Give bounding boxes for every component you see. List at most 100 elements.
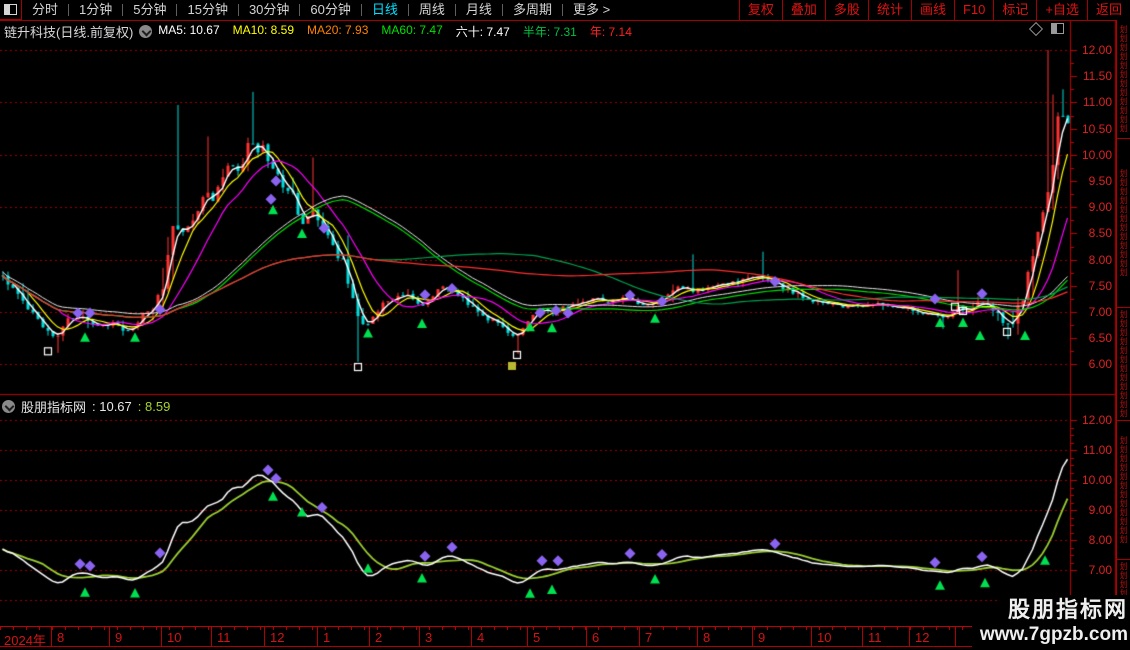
menu-item-1[interactable]: 1分钟 — [69, 0, 122, 20]
menu-item-4[interactable]: 30分钟 — [239, 0, 299, 20]
ma-label-6: 年: 7.14 — [589, 24, 632, 39]
date-axis[interactable]: 2024年 8 9 10 11 12 1 2 3 4 5 6 7 8 9 10 11 12 — [0, 626, 1130, 648]
menu-item-3[interactable]: 15分钟 — [177, 0, 237, 20]
date-axis-ticks — [0, 627, 1005, 630]
top-menu-bar: 分时 1分钟 5分钟 15分钟 30分钟 60分钟 日线 周线 月线 多周期 更多 > 复权 叠加 多股… — [0, 0, 1130, 21]
month-label-10: 6 — [592, 630, 600, 645]
menu-item-5[interactable]: 60分钟 — [300, 0, 360, 20]
price-axis-label: 7.00 — [1088, 305, 1112, 319]
month-separator — [811, 627, 812, 646]
chart-title-bar: 链升科技(日线.前复权) MA5: 10.67 MA10: 8.59 MA20: 7… — [0, 20, 1130, 42]
month-label-15: 11 — [868, 630, 882, 645]
price-axis-label: 11.00 — [1082, 95, 1112, 110]
layout-toggle-button[interactable] — [0, 0, 22, 20]
month-separator — [419, 627, 420, 646]
month-separator — [862, 627, 863, 646]
price-axis-label: 9.50 — [1088, 174, 1112, 188]
diamond-marker-icon[interactable] — [1028, 21, 1044, 36]
price-axis-label: 10.00 — [1081, 147, 1112, 162]
menu-item-2[interactable]: 5分钟 — [123, 0, 176, 20]
year-label: 2024年 — [4, 633, 46, 648]
month-separator — [317, 627, 318, 646]
sidebar-strip-segment[interactable]: 划划划划划划划划划划划划 — [1117, 20, 1130, 139]
tool-menu-item-7[interactable]: +自选 — [1036, 0, 1087, 20]
month-label-5: 1 — [323, 630, 331, 645]
month-label-7: 3 — [425, 630, 433, 645]
price-axis-label: 12.00 — [1081, 43, 1112, 57]
month-label-13: 9 — [758, 630, 766, 645]
price-axis-label: 8.00 — [1088, 533, 1112, 547]
collapsed-sidebar-strip[interactable]: 划划划划划划划划划划划划 划划划划划划划划划划划划 划划划划划划划划划划划划 划划划划… — [1116, 20, 1130, 650]
sidebar-strip-segment[interactable]: 划划划划划划划划划划划划 — [1117, 139, 1130, 308]
month-separator — [639, 627, 640, 646]
month-label-0: 8 — [57, 630, 65, 645]
tool-menu-item-2[interactable]: 多股 — [824, 0, 868, 20]
ma-label-4: 六十: 7.47 — [455, 24, 510, 39]
price-axis-label: 8.50 — [1088, 226, 1112, 241]
month-label-3: 11 — [217, 630, 231, 645]
menu-item-0[interactable]: 分时 — [22, 0, 68, 20]
month-separator — [211, 627, 212, 646]
month-label-9: 5 — [533, 630, 541, 645]
month-label-4: 12 — [270, 630, 285, 645]
menu-item-7[interactable]: 周线 — [409, 0, 455, 20]
menu-item-6[interactable]: 日线 — [362, 0, 408, 20]
ma-legend: MA5: 10.67 MA10: 8.59 MA20: 7.93 MA60: 7.47… — [158, 23, 632, 40]
price-axis-label: 7.00 — [1088, 563, 1112, 577]
indicator-name: 股朋指标网 — [21, 399, 87, 415]
chevron-down-icon[interactable] — [2, 399, 15, 413]
tool-menu-item-0[interactable]: 复权 — [738, 0, 782, 20]
month-label-11: 7 — [645, 630, 653, 645]
title-icons — [1028, 21, 1064, 36]
indicator-value-2: : 8.59 — [137, 398, 171, 414]
month-label-1: 9 — [115, 630, 123, 645]
watermark-site-name: 股朋指标网 — [999, 595, 1130, 623]
menu-item-9[interactable]: 多周期 — [503, 0, 562, 20]
month-label-8: 4 — [477, 630, 485, 645]
sidebar-strip-segment[interactable]: 划划划划划划划划划划划划 — [1117, 308, 1130, 421]
ma-label-3: MA60: 7.47 — [381, 22, 443, 37]
price-axis-label: 7.50 — [1088, 278, 1112, 293]
indicator-value-1: : 10.67 — [92, 398, 132, 414]
tools-menu: 复权 叠加 多股 统计 画线 F10 标记 +自选 返回 — [738, 0, 1130, 20]
tool-menu-item-5[interactable]: F10 — [953, 0, 993, 20]
month-separator — [752, 627, 753, 646]
window-split-icon[interactable] — [1051, 23, 1064, 34]
price-chart-canvas[interactable] — [0, 0, 1130, 650]
month-separator — [909, 627, 910, 646]
menu-item-10[interactable]: 更多 > — [563, 0, 620, 20]
month-separator — [955, 627, 956, 646]
trading-terminal-window: 分时 1分钟 5分钟 15分钟 30分钟 60分钟 日线 周线 月线 多周期 更多 > 复权 叠加 多股… — [0, 0, 1130, 650]
menu-item-8[interactable]: 月线 — [456, 0, 502, 20]
price-axis-label: 9.00 — [1088, 200, 1112, 215]
price-axis-label: 10.50 — [1081, 121, 1112, 136]
price-axis-label: 10.00 — [1081, 473, 1112, 487]
price-axis-label: 8.00 — [1088, 252, 1112, 267]
ma-label-1: MA10: 8.59 — [232, 22, 295, 37]
watermark-url: www.7gpzb.com — [971, 623, 1130, 650]
price-axis-label: 11.00 — [1082, 443, 1112, 457]
tool-menu-item-3[interactable]: 统计 — [867, 0, 911, 20]
site-watermark: 股朋指标网 www.7gpzb.com — [971, 595, 1130, 650]
month-separator — [51, 627, 52, 646]
month-separator — [527, 627, 528, 646]
tool-menu-item-6[interactable]: 标记 — [993, 0, 1036, 20]
month-label-16: 12 — [915, 630, 930, 645]
month-separator — [586, 627, 587, 646]
split-window-icon — [4, 4, 17, 15]
tool-menu-item-4[interactable]: 画线 — [910, 0, 954, 20]
ma-label-2: MA20: 7.93 — [307, 22, 369, 37]
tool-menu-item-1[interactable]: 叠加 — [781, 0, 825, 20]
indicator-header: 股朋指标网 : 10.67 : 8.59 — [2, 397, 170, 415]
period-menu: 分时 1分钟 5分钟 15分钟 30分钟 60分钟 日线 周线 月线 多周期 更多 > — [22, 0, 620, 20]
month-label-12: 8 — [703, 630, 711, 645]
month-separator — [697, 627, 698, 646]
tool-menu-item-8[interactable]: 返回 — [1086, 0, 1130, 20]
stock-title: 链升科技(日线.前复权) — [4, 24, 134, 40]
month-label-6: 2 — [375, 630, 383, 645]
sidebar-strip-segment[interactable]: 划划划划划划划划划划划划 — [1117, 421, 1130, 560]
price-axis-label: 9.00 — [1088, 503, 1112, 517]
ma-label-0: MA5: 10.67 — [158, 22, 220, 37]
month-separator — [109, 627, 110, 646]
chevron-down-icon[interactable] — [139, 24, 153, 38]
